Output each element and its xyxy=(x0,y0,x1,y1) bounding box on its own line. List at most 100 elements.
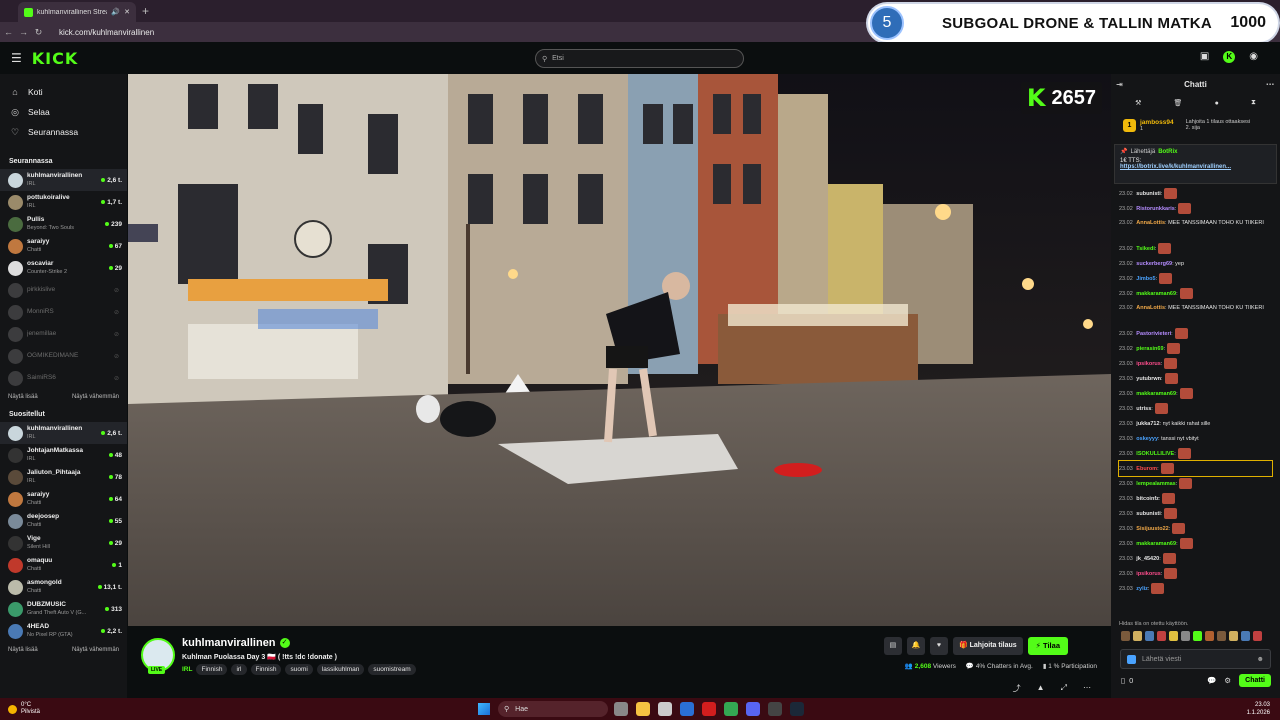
emote-icon[interactable] xyxy=(1145,631,1154,641)
kick-points-icon[interactable]: K xyxy=(1223,51,1236,63)
gift-sub-button[interactable]: 🎁 Lahjoita tilaus xyxy=(952,637,1023,655)
trash-icon[interactable]: 🗑 xyxy=(1174,99,1183,107)
back-icon[interactable]: ← xyxy=(2,27,15,37)
channel-item[interactable]: JohtajanMatkassa IRL 48 xyxy=(0,444,127,466)
obs-icon[interactable] xyxy=(768,702,782,716)
clip-button[interactable]: ▤ xyxy=(883,637,902,655)
streamer-name[interactable]: kuhlmanvirallinen xyxy=(182,637,276,649)
tv-icon[interactable]: ▣ xyxy=(1200,51,1209,63)
chat-username[interactable]: AnnaLottis xyxy=(1136,220,1165,226)
notification-bell-icon[interactable]: 🔔 xyxy=(906,637,925,655)
steam-icon[interactable] xyxy=(790,702,804,716)
channel-item[interactable]: kuhlmanvirallinen IRL 2,6 t. xyxy=(0,422,127,444)
close-tab-icon[interactable]: ✕ xyxy=(124,8,130,16)
store-icon[interactable] xyxy=(658,702,672,716)
channel-item[interactable]: saraiyy Chatti 67 xyxy=(0,235,127,257)
show-more-link[interactable]: Näytä lisää xyxy=(8,394,38,405)
task-view-icon[interactable] xyxy=(614,702,628,716)
forward-icon[interactable]: → xyxy=(17,27,30,37)
sidebar-item-selaa[interactable]: ◎ Selaa xyxy=(10,102,127,122)
emote-icon[interactable] xyxy=(1121,631,1130,641)
avatar-icon[interactable]: ◉ xyxy=(1249,51,1258,63)
channel-item[interactable]: 4HEAD No Pixel RP (GTA) 2,2 t. xyxy=(0,620,127,642)
file-explorer-icon[interactable] xyxy=(636,702,650,716)
chat-username[interactable]: subunisti xyxy=(1136,191,1160,197)
chat-username[interactable]: Tsikedi xyxy=(1136,246,1155,252)
channel-item[interactable]: Pullis Beyond: Two Souls 239 xyxy=(0,213,127,235)
taskbar-clock[interactable]: 23.03 1.1.2026 xyxy=(1247,701,1270,717)
channel-item[interactable]: DUBZMUSIC Grand Theft Auto V (G... 313 xyxy=(0,598,127,620)
collapse-chat-icon[interactable]: ⇥ xyxy=(1116,80,1123,89)
speaker-icon[interactable]: 🔊 xyxy=(111,8,120,16)
chat-username[interactable]: Ristorunkkaris xyxy=(1136,206,1175,212)
report-icon[interactable]: ▲ xyxy=(1037,683,1045,694)
gifter-name[interactable]: jamboss94 xyxy=(1140,119,1174,126)
chat-username[interactable]: jk_45420 xyxy=(1136,556,1159,562)
channel-item[interactable]: Vige Silent Hill 29 xyxy=(0,532,127,554)
stream-tag[interactable]: Finnish xyxy=(250,664,282,675)
stream-tag[interactable]: lassikuhlman xyxy=(316,664,365,675)
pinned-link[interactable]: https://botrix.live/k/kuhlmanvirallinen.… xyxy=(1120,164,1271,170)
chat-menu-icon[interactable]: ⋯ xyxy=(1266,80,1274,89)
chat-username[interactable]: makkaraman69 xyxy=(1136,391,1176,397)
channel-item[interactable]: deejoosep Chatti 55 xyxy=(0,510,127,532)
emote-icon[interactable] xyxy=(1253,631,1262,641)
emote-icon[interactable] xyxy=(1205,631,1214,641)
chat-username[interactable]: Jimbo5 xyxy=(1136,276,1155,282)
chat-username[interactable]: AnnaLottis xyxy=(1136,305,1165,311)
chat-username[interactable]: ipsikorus xyxy=(1136,361,1160,367)
hourglass-icon[interactable]: ⧗ xyxy=(1251,99,1256,107)
emote-icon[interactable] xyxy=(1133,631,1142,641)
weather-widget[interactable]: 0°C Pilvistä xyxy=(8,702,40,716)
emote-icon[interactable] xyxy=(1169,631,1178,641)
stream-tag[interactable]: Finnish xyxy=(196,664,228,675)
sidebar-item-koti[interactable]: ⌂ Koti xyxy=(10,82,127,102)
emote-icon[interactable] xyxy=(1229,631,1238,641)
channel-item[interactable]: jenemillae ⊘ xyxy=(0,323,127,345)
sidebar-item-seurannassa[interactable]: ♡ Seurannassa xyxy=(10,122,127,142)
video-player[interactable]: K 2657 xyxy=(128,74,1111,626)
emote-icon[interactable] xyxy=(1217,631,1226,641)
chat-username[interactable]: lempealammas xyxy=(1136,481,1175,487)
emote-icon[interactable] xyxy=(1241,631,1250,641)
chat-username[interactable]: pierasin69 xyxy=(1136,346,1163,352)
show-less-link[interactable]: Näytä vähemmän xyxy=(72,647,119,658)
chat-username[interactable]: ISOKULLILIVE xyxy=(1136,451,1174,457)
emote-icon[interactable] xyxy=(1157,631,1166,641)
channel-item[interactable]: MonniRS ⊘ xyxy=(0,301,127,323)
chat-username[interactable]: makkaraman69 xyxy=(1136,291,1176,297)
chat-username[interactable]: zyliz xyxy=(1136,586,1148,592)
channel-item[interactable]: pottukoiralive IRL 1,7 t. xyxy=(0,191,127,213)
theater-mode-icon[interactable]: ⤢ xyxy=(1061,683,1067,694)
share-icon[interactable]: ⤴ xyxy=(1013,683,1021,694)
reload-icon[interactable]: ↻ xyxy=(32,27,45,38)
chat-username[interactable]: oskeyyy xyxy=(1136,436,1158,442)
windows-start-icon[interactable] xyxy=(478,703,490,715)
emoji-icon[interactable]: ☻ xyxy=(1257,656,1264,663)
channel-item[interactable]: saraiyy Chatti 64 xyxy=(0,488,127,510)
stream-tag[interactable]: suomi xyxy=(285,664,313,675)
channel-item[interactable]: Jaliuton_Pihtaaja IRL 78 xyxy=(0,466,127,488)
channel-item[interactable]: pirkkislive ⊘ xyxy=(0,279,127,301)
channel-item[interactable]: kuhlmanvirallinen IRL 2,6 t. xyxy=(0,169,127,191)
chat-username[interactable]: Eburom xyxy=(1136,466,1157,472)
chat-username[interactable]: bitcoinfz xyxy=(1136,496,1159,502)
chat-username[interactable]: Pastorivieteri xyxy=(1136,331,1171,337)
channel-item[interactable]: oscaviar Counter-Strike 2 29 xyxy=(0,257,127,279)
pinned-sender[interactable]: BotRix xyxy=(1158,149,1177,155)
stream-tag[interactable]: suomistream xyxy=(368,664,416,675)
chat-username[interactable]: Sisijuusto22 xyxy=(1136,526,1168,532)
kick-logo[interactable]: KICK xyxy=(32,49,79,68)
chat-bubble-icon[interactable]: ● xyxy=(1215,100,1219,107)
chat-username[interactable]: jukka712 xyxy=(1136,421,1159,427)
show-less-link[interactable]: Näytä vähemmän xyxy=(72,394,119,405)
discord-icon[interactable] xyxy=(746,702,760,716)
stream-tag[interactable]: irl xyxy=(231,664,247,675)
chat-username[interactable]: utriss xyxy=(1136,406,1151,412)
emote-icon[interactable] xyxy=(1193,631,1202,641)
channel-item[interactable]: asmongold Chatti 13,1 t. xyxy=(0,576,127,598)
show-more-link[interactable]: Näytä lisää xyxy=(8,647,38,658)
channel-item[interactable]: OGMIKEDIMANE ⊘ xyxy=(0,345,127,367)
chat-username[interactable]: yutubrwn xyxy=(1136,376,1161,382)
taskbar-search[interactable]: ⚲ Hae xyxy=(498,701,608,717)
